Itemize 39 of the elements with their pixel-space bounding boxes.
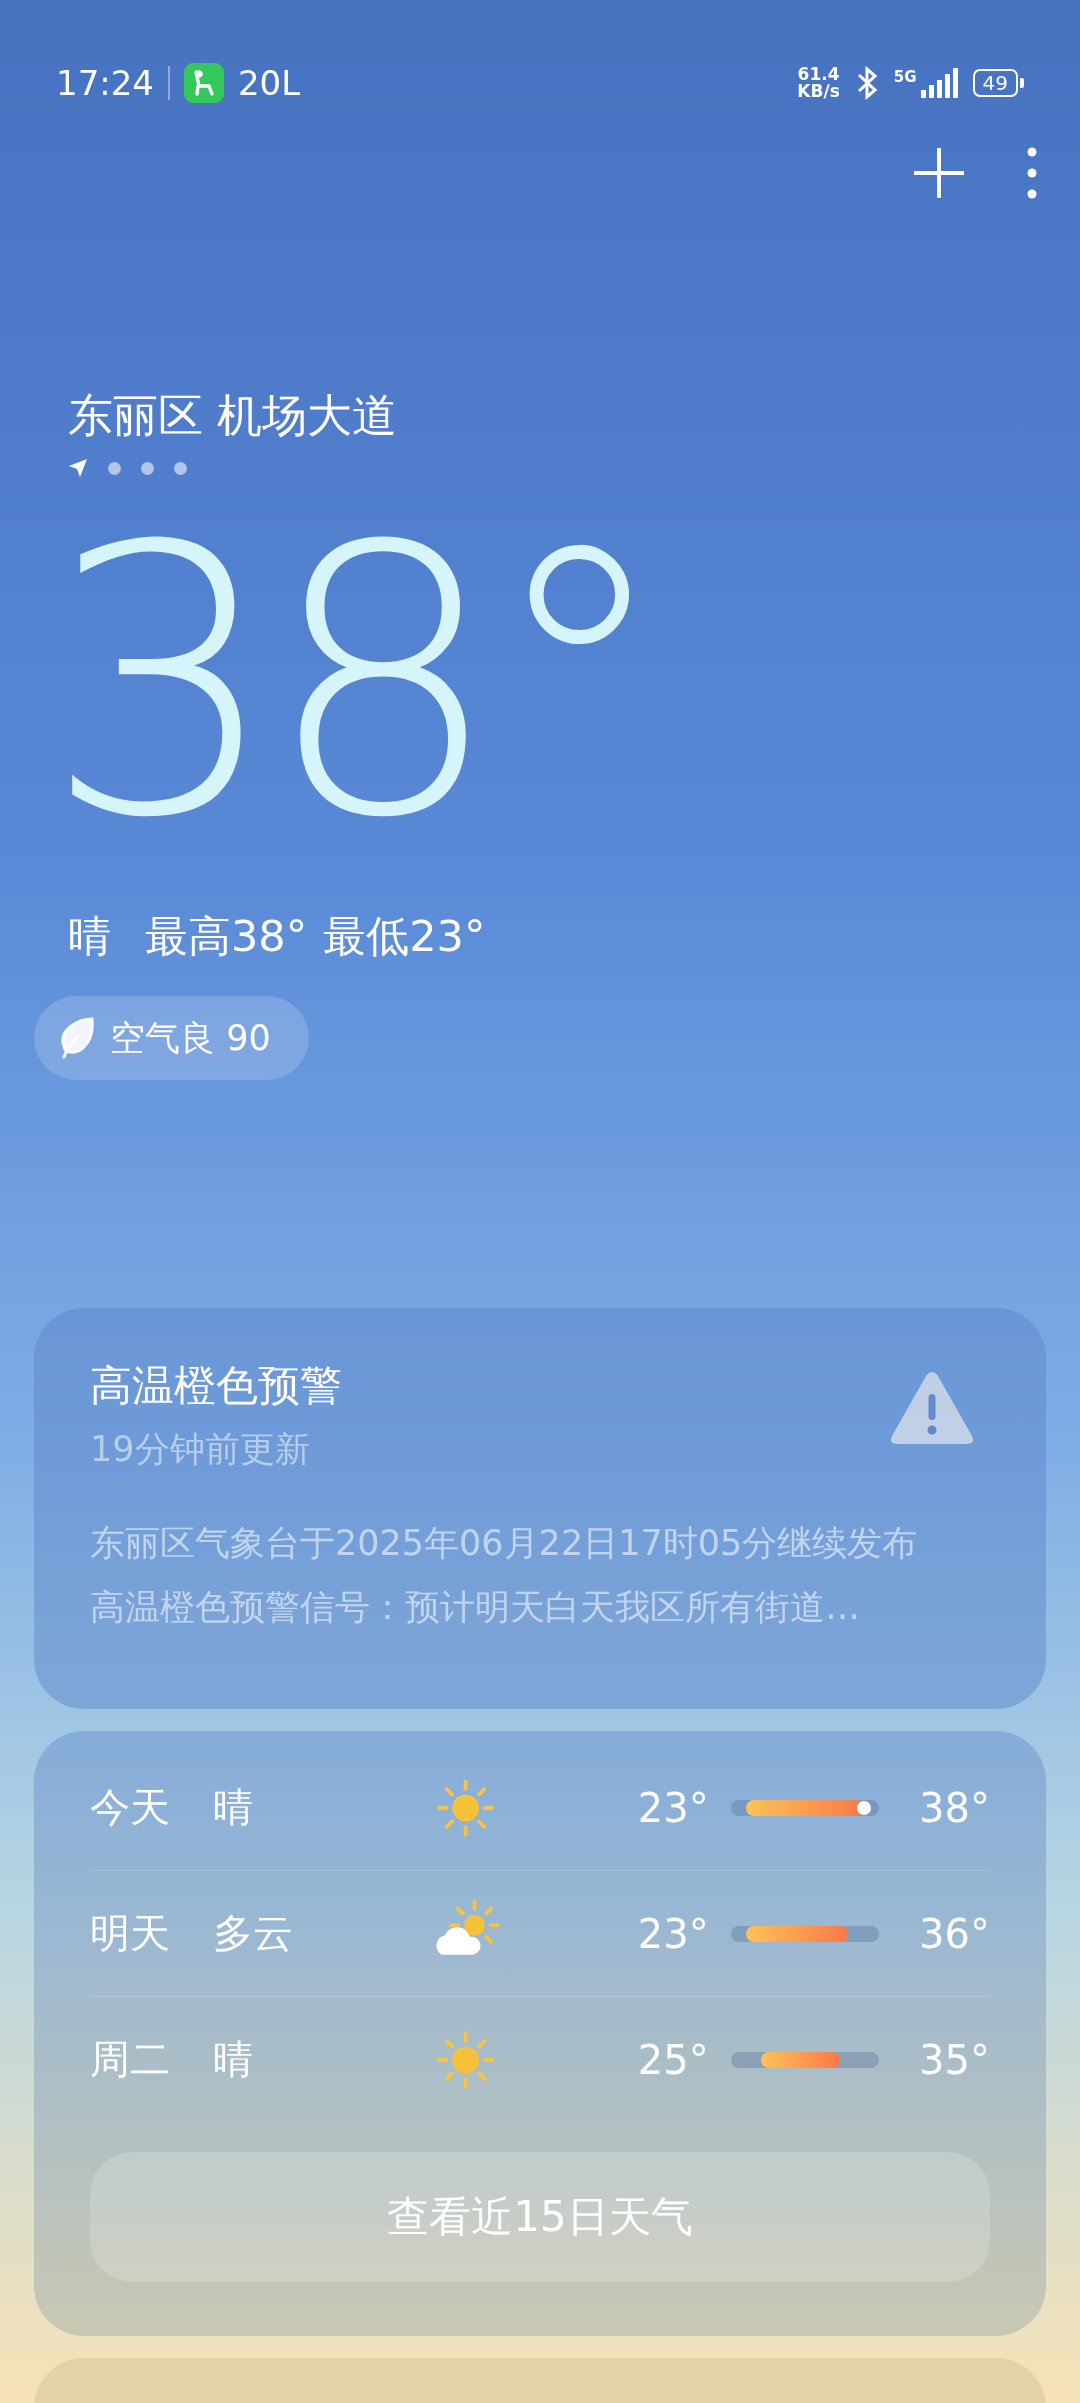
- forecast-high: 36°: [918, 1910, 990, 1957]
- forecast-15-day-button[interactable]: 查看近15日天气: [90, 2152, 990, 2282]
- air-quality-text: 空气良 90: [110, 1016, 271, 1060]
- alert-text: 东丽区气象台于2025年06月22日17时05分继续发布高温橙色预警信号：预计明天白天我区所有街道…: [90, 1522, 919, 1629]
- page-dot[interactable]: [108, 461, 121, 475]
- air-quality-chip[interactable]: 空气良 90: [34, 996, 309, 1080]
- forecast-condition: 多云: [212, 1909, 294, 1958]
- forecast-day: 周二: [90, 2032, 213, 2087]
- forecast-condition: 晴: [212, 1783, 254, 1832]
- weather-condition: 晴: [68, 910, 111, 963]
- forecast-low: 23°: [636, 1784, 709, 1831]
- leaf-icon: [58, 1017, 94, 1059]
- forecast-day: 今天: [90, 1780, 213, 1835]
- network-type: 5G: [893, 68, 917, 86]
- location-arrow-icon[interactable]: [68, 458, 88, 478]
- alert-title: 高温橙色预警: [90, 1360, 342, 1412]
- forecast-high: 38°: [918, 1784, 990, 1831]
- app-status-text: 20L: [238, 63, 301, 103]
- forecast-high: 35°: [918, 2036, 990, 2083]
- location-name: 东丽区 机场大道: [67, 388, 399, 444]
- forecast-low: 23°: [636, 1910, 709, 1957]
- high-temperature: 最高38°: [145, 910, 308, 963]
- forecast-day: 明天: [90, 1906, 213, 1961]
- seat-app-icon: [184, 63, 224, 103]
- forecast-low: 25°: [636, 2036, 709, 2083]
- network-speed: 61.4: [797, 66, 840, 83]
- network-speed-unit: KB/s: [797, 83, 840, 100]
- battery-level: 49: [972, 69, 1018, 97]
- forecast-condition: 晴: [212, 2035, 254, 2084]
- warning-icon: [890, 1370, 974, 1446]
- page-dot[interactable]: [174, 461, 187, 475]
- alert-card[interactable]: 高温橙色预警 19分钟前更新 东丽区气象台于2025年06月22日17时05分继续发布高温橙色预警信号：预计明天白天我区所有街道…: [34, 1308, 1046, 1709]
- status-time: 17:24: [56, 63, 154, 103]
- add-icon[interactable]: [912, 146, 966, 200]
- low-temperature: 最低23°: [323, 910, 486, 963]
- page-dot[interactable]: [141, 461, 154, 475]
- alert-updated-time: 19分钟前更新: [90, 1428, 311, 1471]
- current-temperature: 38°: [43, 498, 659, 888]
- more-icon[interactable]: [1026, 146, 1038, 200]
